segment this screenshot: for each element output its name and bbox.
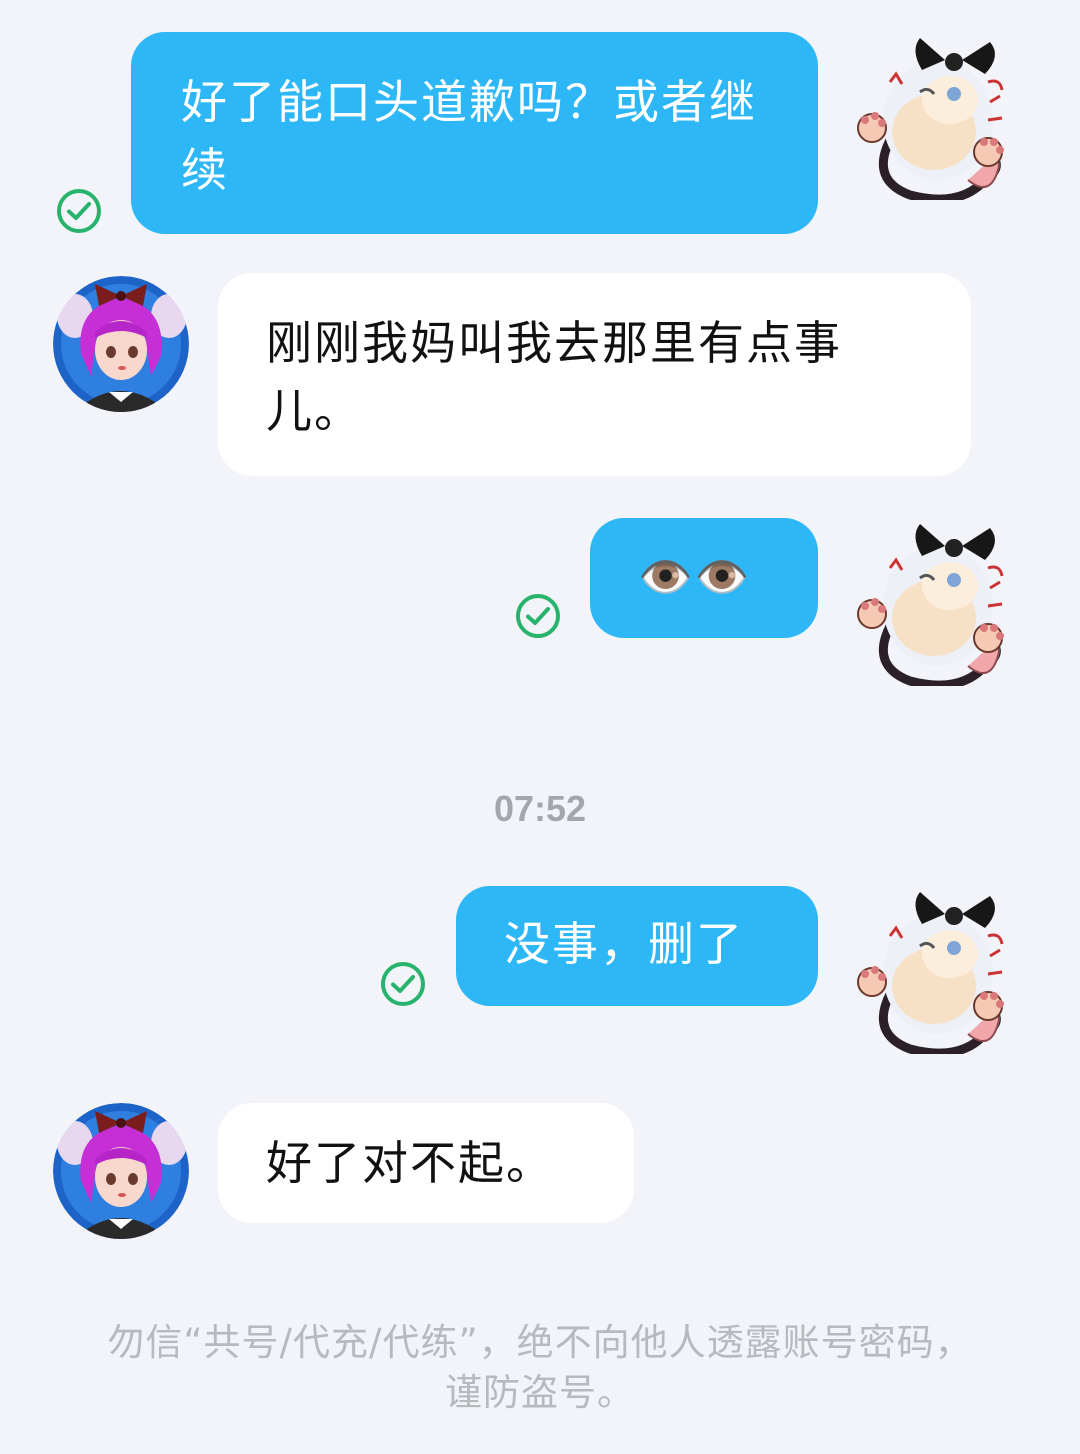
security-notice: 勿信“共号/代充/代练”，绝不向他人透露账号密码，谨防盗号。 xyxy=(107,1321,973,1414)
self-avatar[interactable] xyxy=(850,884,1020,1054)
self-avatar[interactable] xyxy=(850,30,1020,200)
check-circle-icon xyxy=(379,960,427,1008)
message-text: 👁️👁️ xyxy=(638,552,752,603)
other-avatar[interactable] xyxy=(53,1103,189,1239)
message-bubble-self[interactable]: 👁️👁️ xyxy=(590,518,818,638)
check-circle-icon xyxy=(514,592,562,640)
message-text: 好了能口头道歉吗？或者继续 xyxy=(181,75,757,197)
message-timestamp: 07:52 xyxy=(493,788,587,829)
self-avatar[interactable] xyxy=(850,516,1020,686)
message-bubble-other[interactable]: 刚刚我妈叫我去那里有点事儿。 xyxy=(218,273,971,476)
check-circle-icon xyxy=(55,187,103,235)
message-text: 刚刚我妈叫我去那里有点事儿。 xyxy=(266,316,842,438)
message-bubble-other[interactable]: 好了对不起。 xyxy=(218,1103,634,1223)
message-bubble-self[interactable]: 好了能口头道歉吗？或者继续 xyxy=(131,32,818,234)
message-bubble-self[interactable]: 没事，删了 xyxy=(456,886,818,1006)
message-text: 没事，删了 xyxy=(504,917,744,971)
message-text: 好了对不起。 xyxy=(266,1136,554,1190)
other-avatar[interactable] xyxy=(53,276,189,412)
